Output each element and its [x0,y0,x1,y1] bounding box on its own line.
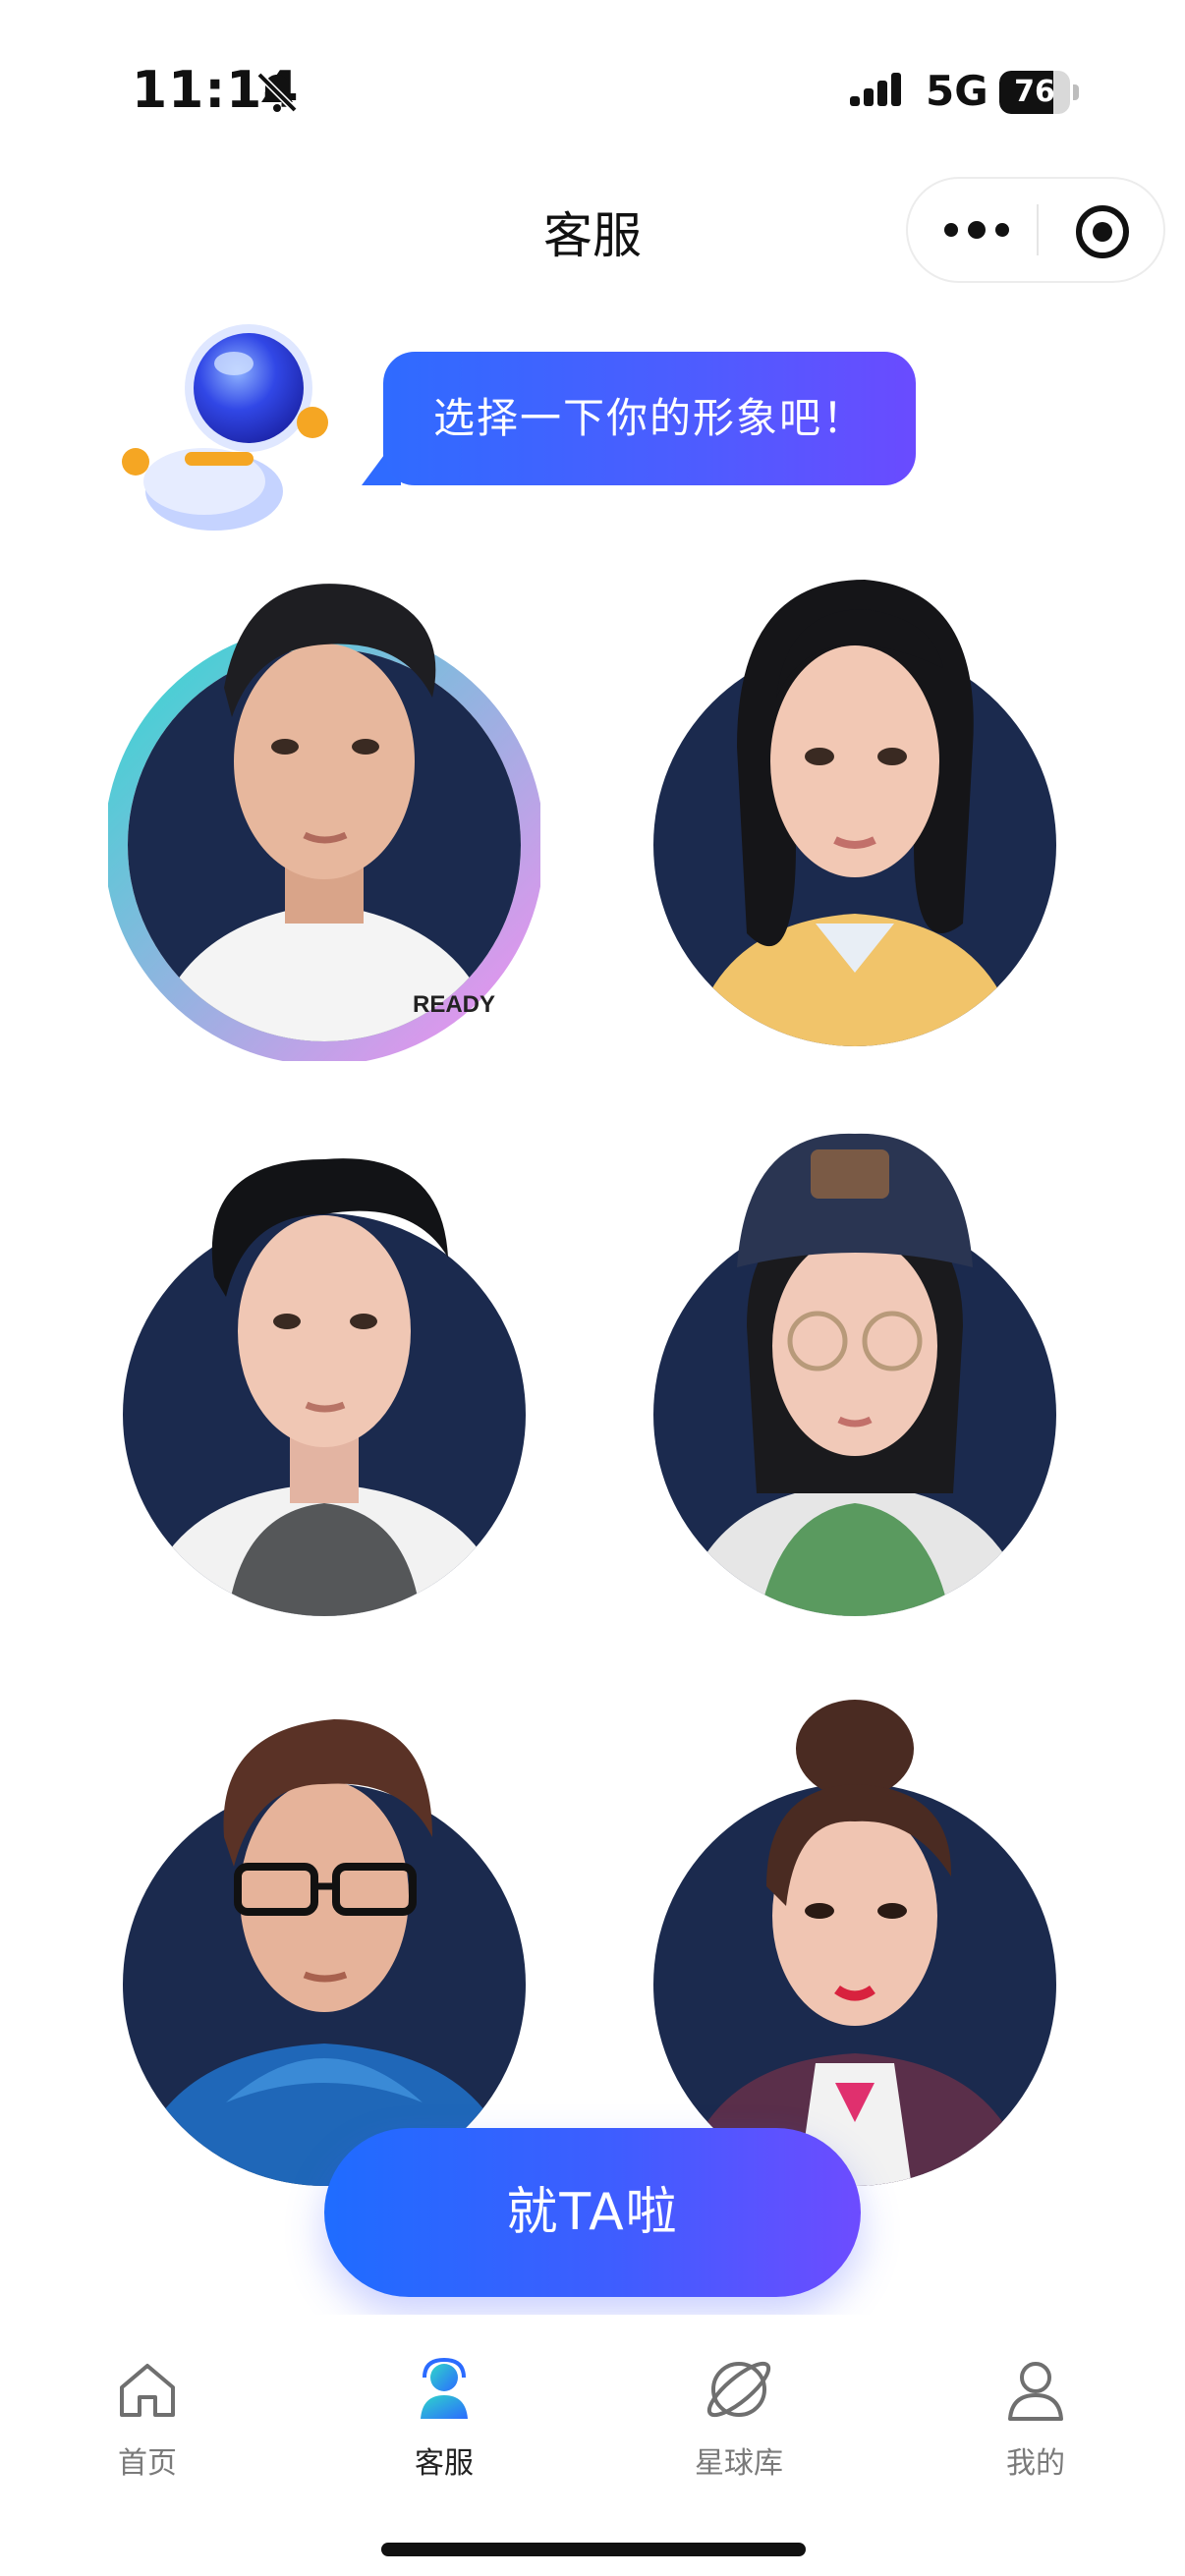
tab-customer-service-label: 客服 [415,2446,474,2481]
bell-muted-icon [256,72,298,113]
profile-icon [1008,2362,1063,2421]
astronaut-mascot-icon [122,324,328,531]
battery-icon: 76 [999,71,1080,114]
avatar-option-6[interactable] [639,1690,1071,2201]
avatar-option-1[interactable]: READY [108,550,540,1061]
avatar-male-glasses-hoodie-image [123,1719,526,2186]
bottom-tab-bar: 首页 客服 星球库 我的 [0,2315,1185,2521]
battery-level: 76 [1014,75,1055,109]
avatar-female-argyle-shirt-image [653,580,1056,1046]
customer-service-icon [421,2357,468,2419]
capsule-divider [1037,204,1039,255]
greeting-bubble: 选择一下你的形象吧！ [383,352,916,485]
avatar-female-beanie-glasses-image [653,1133,1056,1616]
home-indicator [381,2543,806,2556]
status-bar: 11:14 5G 76 [0,0,1185,187]
avatar-male-white-shirt-image: READY [108,584,540,1061]
avatar-female-bun-blazer-image [653,1700,1056,2186]
tab-home[interactable]: 首页 [39,2354,255,2501]
confirm-avatar-button[interactable]: 就TA啦 [324,2128,861,2297]
planet-icon [706,2361,771,2418]
mini-program-capsule [906,177,1165,283]
avatar-option-5[interactable] [108,1690,540,2201]
home-icon [120,2364,175,2417]
avatar-option-2[interactable] [639,550,1071,1061]
avatar-option-3[interactable] [108,1120,540,1631]
more-dots-icon[interactable] [937,208,1016,252]
tab-home-label: 首页 [118,2446,177,2481]
tab-profile-label: 我的 [1006,2446,1065,2481]
target-close-icon[interactable] [1073,202,1132,261]
tab-profile[interactable]: 我的 [928,2354,1144,2501]
network-type: 5G [926,67,988,115]
tab-planet-library[interactable]: 星球库 [631,2354,847,2501]
tab-planet-library-label: 星球库 [695,2446,783,2481]
svg-text:READY: READY [413,991,495,1018]
signal-icon [850,73,901,106]
tab-customer-service[interactable]: 客服 [336,2354,552,2501]
avatar-male-gray-shirt-image [123,1158,526,1616]
avatar-option-4[interactable] [639,1120,1071,1631]
